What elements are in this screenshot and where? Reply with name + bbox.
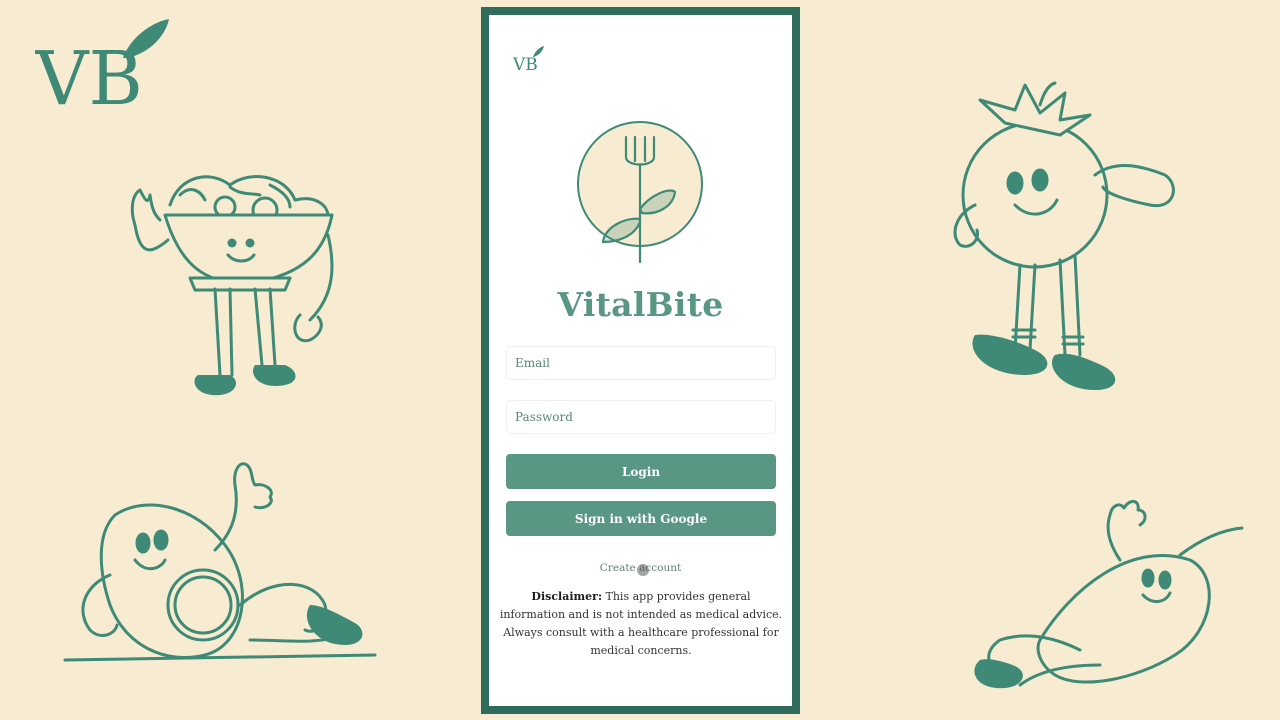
vitalbite-logo-small: VB [513, 46, 544, 73]
login-button[interactable]: Login [506, 454, 776, 489]
fork-plant-emblem-icon [577, 121, 703, 264]
logo-monogram: VB [35, 36, 143, 111]
salad-bowl-character-illustration [130, 175, 334, 396]
small-logo-monogram: VB [513, 55, 538, 73]
login-screen: VB VitalBite Login Sign in with Google C… [489, 15, 792, 706]
disclaimer-heading: Disclaimer: [531, 590, 603, 603]
vitalbite-logo-large: VB [35, 19, 169, 111]
pepper-character-illustration [974, 500, 1244, 689]
disclaimer: Disclaimer: This app provides general in… [499, 588, 783, 660]
password-input[interactable] [506, 400, 776, 434]
app-title: VitalBite [557, 285, 724, 324]
mouse-cursor [637, 564, 649, 576]
stage: VB VB VitalBite Email Login Sign in with… [0, 0, 1280, 720]
avocado-character-illustration [63, 462, 377, 662]
leaf-icon [533, 46, 544, 57]
phone-frame: VB VitalBite Login Sign in with Google C… [481, 7, 800, 714]
email-input[interactable] [506, 346, 776, 380]
tomato-character-illustration [953, 81, 1175, 390]
google-signin-button[interactable]: Sign in with Google [506, 501, 776, 536]
